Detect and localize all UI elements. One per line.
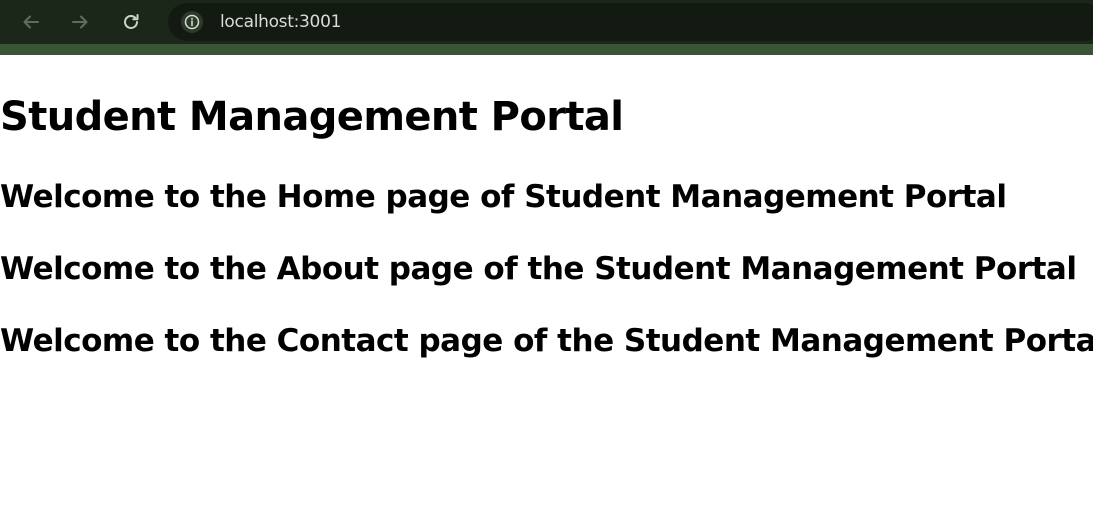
forward-button[interactable] (65, 7, 95, 37)
arrow-right-icon (70, 12, 90, 32)
address-bar[interactable]: localhost:3001 (168, 3, 1093, 41)
page-title: Student Management Portal (0, 94, 624, 140)
arrow-left-icon (21, 12, 41, 32)
reload-button[interactable] (116, 7, 146, 37)
browser-toolbar: localhost:3001 (0, 0, 1093, 55)
contact-section-heading: Welcome to the Contact page of the Stude… (0, 323, 1093, 359)
info-icon[interactable] (181, 11, 203, 33)
about-section-heading: Welcome to the About page of the Student… (0, 251, 1077, 287)
back-button[interactable] (16, 7, 46, 37)
reload-icon (121, 12, 141, 32)
url-text[interactable]: localhost:3001 (220, 12, 341, 32)
home-section-heading: Welcome to the Home page of Student Mana… (0, 179, 1007, 215)
